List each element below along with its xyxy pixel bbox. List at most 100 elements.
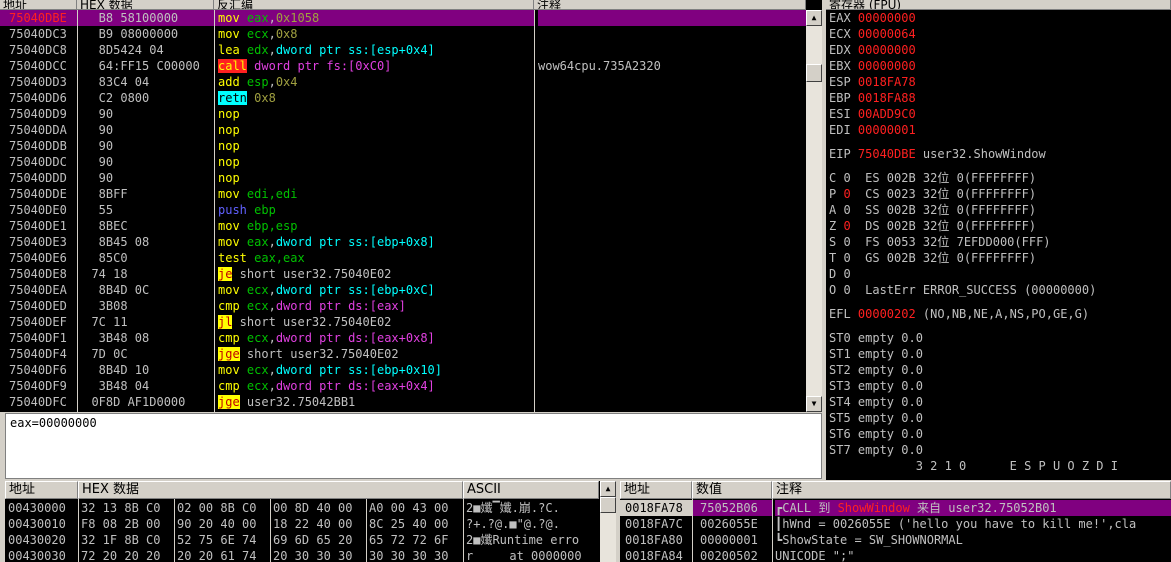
registers-pane[interactable]: 寄存器 (FPU) EAX 00000000 ECX 00000064 EDX 00…	[826, 0, 1171, 480]
dump-row[interactable]: 00430010 F8 08 2B 00 90 20 40 00 18 22 40 0…	[5, 516, 600, 532]
disasm-header-hex[interactable]: HEX 数据	[77, 0, 214, 10]
register-line[interactable]: Z 0 DS 002B 32位 0(FFFFFFFF)	[829, 218, 1171, 234]
register-line[interactable]: C 0 ES 002B 32位 0(FFFFFFFF)	[829, 170, 1171, 186]
disasm-row[interactable]: 75040DED 3B08 cmp ecx,dword ptr ds:[eax]	[0, 298, 806, 314]
disasm-comment	[538, 314, 806, 330]
disasm-row[interactable]: 75040DF1 3B48 08 cmp ecx,dword ptr ds:[ea…	[0, 330, 806, 346]
register-line[interactable]: ST7 empty 0.0	[829, 442, 1171, 458]
flag-name: P	[829, 187, 844, 201]
stack-row[interactable]: 0018FA78 75052B06 ┏CALL 到 ShowWindow 来自 us…	[620, 500, 1171, 516]
disasm-scrollbar[interactable]: ▲ ▼	[806, 10, 822, 412]
stack-header-comment[interactable]: 注释	[772, 481, 1171, 499]
scroll-down-icon[interactable]: ▼	[806, 396, 822, 412]
instruction-token: dword ptr ss:[ebp+0xC]	[275, 283, 435, 297]
instruction-token: dword ptr ds:[eax+0x4]	[275, 379, 435, 393]
register-line[interactable]: ESI 00ADD9C0	[829, 106, 1171, 122]
disasm-row[interactable]: 75040DDD 90 nop	[0, 170, 806, 186]
disasm-row[interactable]: 75040DDA 90 nop	[0, 122, 806, 138]
disassembly-pane[interactable]: 地址 HEX 数据 反汇编 注释 75040DBE B8 58100000 mov…	[0, 0, 822, 412]
dump-scrollbar[interactable]: ▲	[600, 481, 616, 562]
dump-row[interactable]: 00430020 32 1F 8B C0 52 75 6E 74 69 6D 65 2…	[5, 532, 600, 548]
disasm-hex: 85C0	[77, 251, 128, 265]
disasm-row[interactable]: 75040DEA 8B4D 0C mov ecx,dword ptr ss:[eb…	[0, 282, 806, 298]
stack-header-value[interactable]: 数值	[692, 481, 772, 499]
disasm-row[interactable]: 75040DD6 C2 0800 retn 0x8	[0, 90, 806, 106]
disasm-hex: 90	[77, 139, 114, 153]
register-line[interactable]: D 0	[829, 266, 1171, 282]
dump-row[interactable]: 00430030 72 20 20 20 20 20 61 74 20 30 30 3…	[5, 548, 600, 562]
register-line[interactable]: EFL 00000202 (NO,NB,NE,A,NS,PO,GE,G)	[829, 306, 1171, 322]
scroll-up-icon[interactable]: ▲	[806, 10, 822, 26]
register-line[interactable]: ST4 empty 0.0	[829, 394, 1171, 410]
disasm-row[interactable]: 75040DF6 8B4D 10 mov ecx,dword ptr ss:[eb…	[0, 362, 806, 378]
disasm-row[interactable]: 75040DDC 90 nop	[0, 154, 806, 170]
dump-hex-group: 69 6D 65 20	[273, 533, 353, 547]
register-line[interactable]: ESP 0018FA78	[829, 74, 1171, 90]
register-line[interactable]: ECX 00000064	[829, 26, 1171, 42]
register-line[interactable]: T 0 GS 002B 32位 0(FFFFFFFF)	[829, 250, 1171, 266]
disasm-row[interactable]: 75040DF9 3B48 04 cmp ecx,dword ptr ds:[ea…	[0, 378, 806, 394]
register-line[interactable]: S 0 FS 0053 32位 7EFDD000(FFF)	[829, 234, 1171, 250]
disasm-row[interactable]: 75040DD9 90 nop	[0, 106, 806, 122]
disasm-comment	[538, 186, 806, 202]
dump-header-ascii[interactable]: ASCII	[463, 481, 599, 499]
stack-header-addr[interactable]: 地址	[620, 481, 692, 499]
disasm-row[interactable]: 75040DC8 8D5424 04 lea edx,dword ptr ss:[…	[0, 42, 806, 58]
disasm-row[interactable]: 75040DC3 B9 08000000 mov ecx,0x8	[0, 26, 806, 42]
disasm-header-comment[interactable]: 注释	[534, 0, 806, 10]
disasm-row[interactable]: 75040DF4 7D 0C jge short user32.75040E02	[0, 346, 806, 362]
register-line[interactable]: ST3 empty 0.0	[829, 378, 1171, 394]
disasm-row[interactable]: 75040DD3 83C4 04 add esp,0x4	[0, 74, 806, 90]
disasm-address: 75040DE8	[9, 267, 67, 281]
disasm-row[interactable]: 75040DE0 55 push ebp	[0, 202, 806, 218]
register-line[interactable]: EDI 00000001	[829, 122, 1171, 138]
disasm-row[interactable]: 75040DDE 8BFF mov edi,edi	[0, 186, 806, 202]
register-line[interactable]: ST0 empty 0.0	[829, 330, 1171, 346]
register-line[interactable]: A 0 SS 002B 32位 0(FFFFFFFF)	[829, 202, 1171, 218]
instruction-token: eax	[246, 235, 269, 249]
instruction-token: nop	[218, 155, 240, 169]
info-pane[interactable]: eax=00000000	[5, 413, 822, 479]
stack-row[interactable]: 0018FA7C 0026055E ┃hWnd = 0026055E ('hello…	[620, 516, 1171, 532]
register-line[interactable]: ST2 empty 0.0	[829, 362, 1171, 378]
stack-comment-token: ┃hWnd = 0026055E ('hello you have to kil…	[775, 517, 1137, 531]
register-line[interactable]: 3 2 1 0 E S P U O Z D I	[829, 458, 1171, 474]
scroll-thumb[interactable]	[806, 64, 822, 82]
register-line[interactable]: EDX 00000000	[829, 42, 1171, 58]
disasm-hex: 55	[77, 203, 114, 217]
stack-pane[interactable]: 地址 数值 注释 0018FA78 75052B06 ┏CALL 到 ShowWin…	[620, 481, 1171, 562]
disasm-row[interactable]: 75040DE1 8BEC mov ebp,esp	[0, 218, 806, 234]
segment-info: CS 0023 32位 0(FFFFFFFF)	[850, 187, 1037, 201]
register-line[interactable]: ST5 empty 0.0	[829, 410, 1171, 426]
disasm-header-disasm[interactable]: 反汇编	[214, 0, 534, 10]
disasm-instruction: mov eax,dword ptr ss:[ebp+0x8]	[214, 234, 534, 250]
disasm-header-addr[interactable]: 地址	[0, 0, 77, 10]
register-line[interactable]: EAX 00000000	[829, 10, 1171, 26]
disasm-row[interactable]: 75040DEF 7C 11 jl short user32.75040E02	[0, 314, 806, 330]
dump-row[interactable]: 00430000 32 13 8B C0 02 00 8B C0 00 8D 40 0…	[5, 500, 600, 516]
dump-header-hex[interactable]: HEX 数据	[78, 481, 463, 499]
register-line[interactable]: EBX 00000000	[829, 58, 1171, 74]
register-line[interactable]: EIP 75040DBE user32.ShowWindow	[829, 146, 1171, 162]
instruction-token: 0x8	[246, 91, 276, 105]
stack-row[interactable]: 0018FA80 00000001 ┗ShowState = SW_SHOWNORM…	[620, 532, 1171, 548]
register-line[interactable]: O 0 LastErr ERROR_SUCCESS (00000000)	[829, 282, 1171, 298]
register-line[interactable]: ST1 empty 0.0	[829, 346, 1171, 362]
disasm-row[interactable]: 75040DE3 8B45 08 mov eax,dword ptr ss:[eb…	[0, 234, 806, 250]
register-line[interactable]: ST6 empty 0.0	[829, 426, 1171, 442]
stack-row[interactable]: 0018FA84 00200502 UNICODE ";"	[620, 548, 1171, 562]
disasm-row[interactable]: 75040DCC 64:FF15 C00000 call dword ptr fs…	[0, 58, 806, 74]
register-line[interactable]: P 0 CS 0023 32位 0(FFFFFFFF)	[829, 186, 1171, 202]
scroll-thumb[interactable]	[600, 497, 616, 513]
dump-header-addr[interactable]: 地址	[5, 481, 78, 499]
instruction-token: mov	[218, 363, 247, 377]
register-line[interactable]: EBP 0018FA88	[829, 90, 1171, 106]
disasm-row[interactable]: 75040DFC 0F8D AF1D0000 jge user32.75042BB…	[0, 394, 806, 410]
disasm-row[interactable]: 75040DDB 90 nop	[0, 138, 806, 154]
scroll-up-icon[interactable]: ▲	[600, 481, 616, 497]
dump-hex-group: 20 20 61 74	[177, 549, 257, 562]
disasm-row[interactable]: 75040DBE B8 58100000 mov eax,0x1058	[0, 10, 806, 26]
disasm-row[interactable]: 75040DE6 85C0 test eax,eax	[0, 250, 806, 266]
dump-pane[interactable]: 地址 HEX 数据 ASCII 00430000 32 13 8B C0 02 00…	[5, 481, 616, 562]
disasm-row[interactable]: 75040DE8 74 18 je short user32.75040E02	[0, 266, 806, 282]
